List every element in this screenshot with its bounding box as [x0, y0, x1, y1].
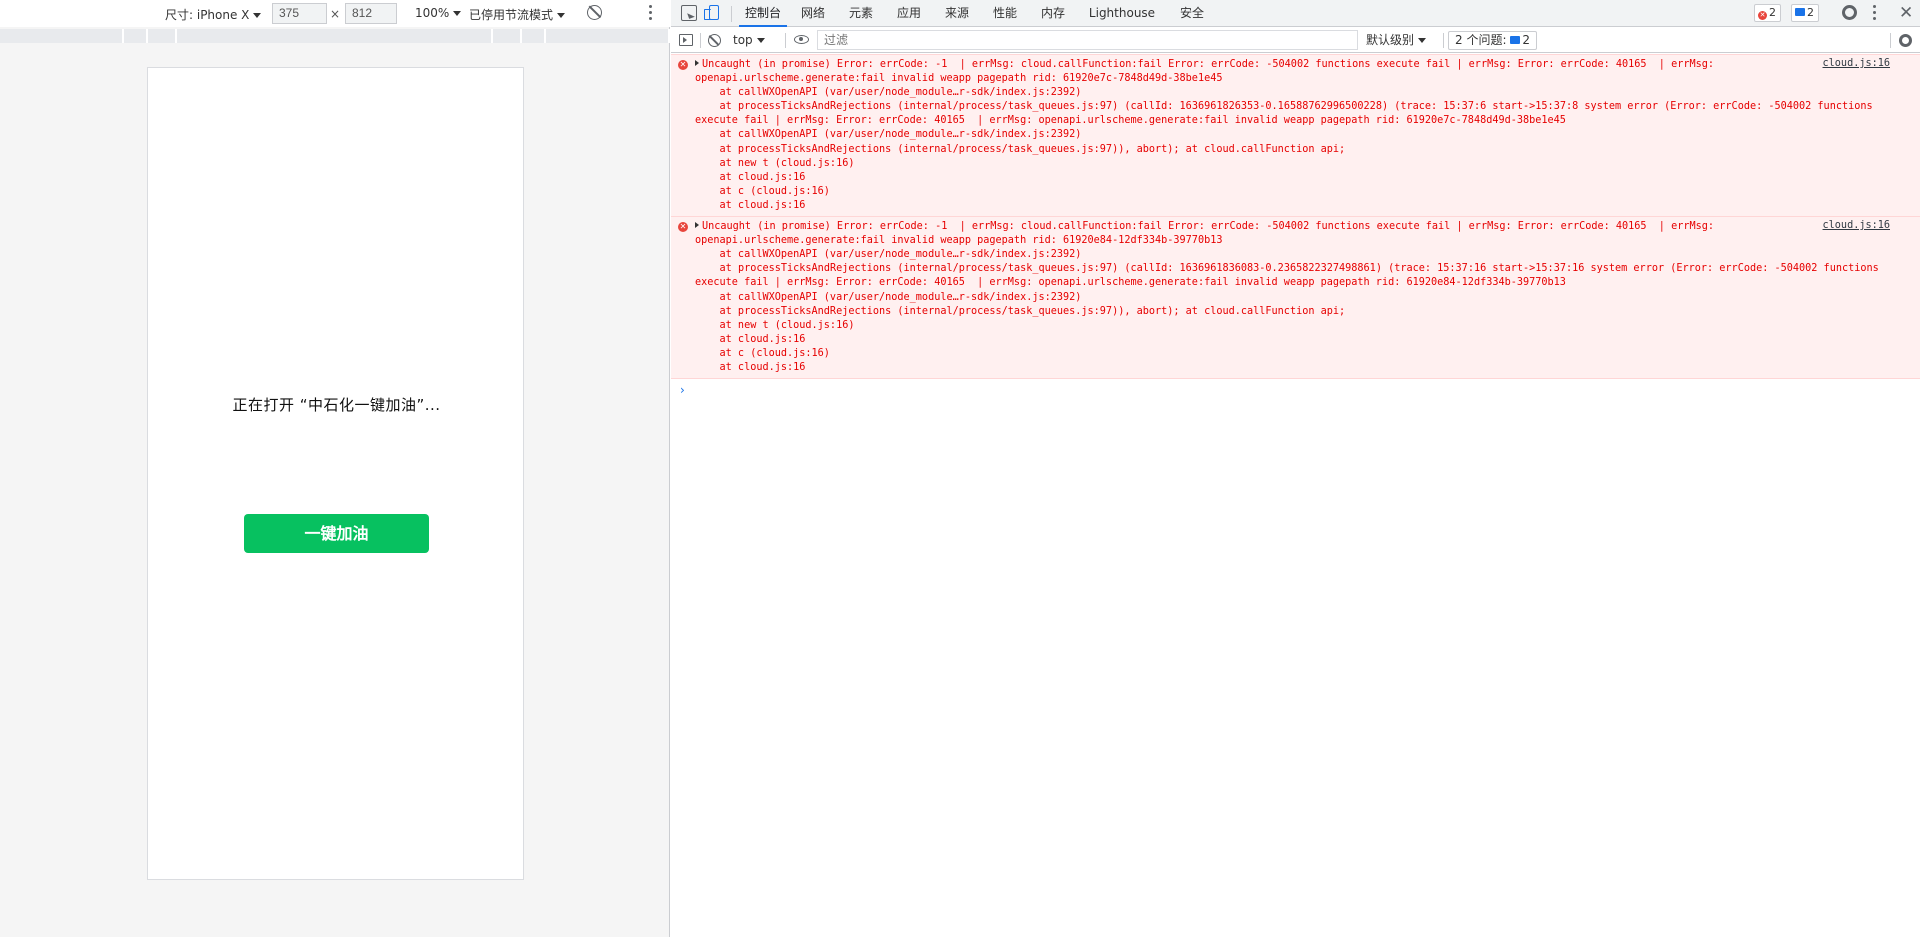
error-count: 2	[1769, 6, 1776, 19]
console-output: ✕ cloud.js:16 Uncaught (in promise) Erro…	[671, 54, 1920, 937]
stack-frame[interactable]: at c (cloud.js:16)	[695, 185, 1892, 199]
devtools-panel: 控制台 网络 元素 应用 来源 性能 内存 Lighthouse 安全 ✕ 2 2…	[671, 0, 1920, 937]
dimension-separator: ×	[330, 7, 341, 21]
error-icon: ✕	[1758, 11, 1767, 20]
error-icon: ✕	[678, 222, 688, 233]
issues-button[interactable]: 2 个问题: 2	[1448, 31, 1537, 50]
live-expression-eye-icon[interactable]	[794, 35, 809, 44]
source-link[interactable]: cloud.js:16	[1823, 58, 1890, 69]
stack-frame[interactable]: at processTicksAndRejections (internal/p…	[695, 305, 1892, 319]
stack-frame[interactable]: at cloud.js:16	[695, 361, 1892, 375]
context-label: top	[733, 33, 753, 47]
stack-frame[interactable]: at cloud.js:16	[695, 333, 1892, 347]
console-error-message[interactable]: ✕ cloud.js:16 Uncaught (in promise) Erro…	[671, 54, 1920, 218]
rotate-icon[interactable]	[587, 5, 602, 20]
error-summary[interactable]: Uncaught (in promise) Error: errCode: -1…	[695, 220, 1892, 248]
console-filter-input[interactable]	[817, 30, 1358, 50]
tab-performance[interactable]: 性能	[981, 0, 1029, 27]
error-icon: ✕	[678, 60, 688, 70]
console-prompt[interactable]: ›	[671, 379, 1920, 399]
stack-frame[interactable]: at callWXOpenAPI (var/user/node_module…r…	[695, 86, 1892, 100]
device-toggle-icon[interactable]	[704, 5, 719, 20]
width-input[interactable]: 375	[272, 3, 327, 24]
tab-lighthouse[interactable]: Lighthouse	[1077, 0, 1167, 27]
tab-console[interactable]: 控制台	[739, 0, 787, 27]
expand-triangle-icon[interactable]	[695, 60, 699, 66]
chevron-down-icon	[756, 38, 765, 43]
console-sidebar-icon[interactable]	[679, 34, 693, 46]
console-toolbar: top 默认级别 2 个问题: 2	[671, 28, 1920, 53]
tab-application[interactable]: 应用	[885, 0, 933, 27]
message-count-badge[interactable]: 2	[1791, 4, 1819, 22]
stack-frame[interactable]: at new t (cloud.js:16)	[695, 319, 1892, 333]
zoom-label: 100%	[415, 6, 450, 20]
prompt-chevron-icon: ›	[680, 383, 685, 398]
source-link[interactable]: cloud.js:16	[1823, 220, 1890, 231]
one-click-refuel-button[interactable]: 一键加油	[244, 514, 429, 553]
stack-frame[interactable]: at processTicksAndRejections (internal/p…	[695, 100, 1892, 128]
more-options-icon[interactable]	[649, 5, 653, 21]
log-level-label: 默认级别	[1366, 33, 1415, 47]
console-error-message[interactable]: ✕ cloud.js:16 Uncaught (in promise) Erro…	[671, 217, 1920, 380]
stack-frame[interactable]: at processTicksAndRejections (internal/p…	[695, 143, 1892, 157]
app-root: 尺寸: iPhone X 375 × 812 100% 已停用节流模式 正在打开…	[0, 0, 1920, 937]
tab-sources[interactable]: 来源	[933, 0, 981, 27]
devtools-tabbar: 控制台 网络 元素 应用 来源 性能 内存 Lighthouse 安全 ✕ 2 2…	[671, 0, 1920, 27]
inspect-element-icon[interactable]	[681, 5, 697, 21]
expand-triangle-icon[interactable]	[695, 222, 699, 229]
device-viewport: 正在打开 “中石化一键加油”... 一键加油	[147, 67, 524, 880]
tab-elements[interactable]: 元素	[837, 0, 885, 27]
stack-frame[interactable]: at c (cloud.js:16)	[695, 347, 1892, 361]
more-options-icon[interactable]	[1873, 5, 1877, 23]
height-input[interactable]: 812	[345, 3, 397, 24]
stack-frame[interactable]: at callWXOpenAPI (var/user/node_module…r…	[695, 291, 1892, 305]
chevron-down-icon	[557, 13, 566, 18]
stack-frame[interactable]: at processTicksAndRejections (internal/p…	[695, 262, 1892, 290]
tab-security[interactable]: 安全	[1167, 0, 1217, 27]
throttle-select[interactable]: 已停用节流模式	[469, 6, 566, 23]
device-emulation-pane: 尺寸: iPhone X 375 × 812 100% 已停用节流模式 正在打开…	[0, 0, 670, 937]
stack-frame[interactable]: at cloud.js:16	[695, 171, 1892, 185]
log-level-select[interactable]: 默认级别	[1362, 32, 1430, 49]
stack-frame[interactable]: at callWXOpenAPI (var/user/node_module…r…	[695, 128, 1892, 142]
zoom-select[interactable]: 100%	[415, 6, 462, 20]
issues-count: 2	[1522, 33, 1530, 47]
chevron-down-icon	[253, 13, 262, 18]
chevron-down-icon	[453, 11, 462, 16]
context-select[interactable]: top	[729, 32, 769, 49]
chevron-down-icon	[1418, 38, 1427, 43]
clear-console-icon[interactable]	[708, 34, 721, 47]
tab-network[interactable]: 网络	[789, 0, 837, 27]
settings-gear-icon[interactable]	[1842, 5, 1857, 20]
error-count-badge[interactable]: ✕ 2	[1754, 4, 1781, 22]
error-summary[interactable]: Uncaught (in promise) Error: errCode: -1…	[695, 58, 1892, 86]
device-toolbar: 尺寸: iPhone X 375 × 812 100% 已停用节流模式	[0, 0, 670, 27]
stack-frame[interactable]: at cloud.js:16	[695, 199, 1892, 213]
console-settings-gear-icon[interactable]	[1899, 34, 1912, 47]
message-icon	[1510, 36, 1521, 44]
message-count: 2	[1807, 6, 1814, 19]
throttle-label: 已停用节流模式	[469, 8, 554, 22]
error-summary-text: Uncaught (in promise) Error: errCode: -1…	[695, 221, 1721, 247]
device-select-label: 尺寸: iPhone X	[165, 8, 250, 22]
close-icon[interactable]: ✕	[1899, 3, 1913, 23]
device-select[interactable]: 尺寸: iPhone X	[165, 6, 262, 23]
stack-frame[interactable]: at callWXOpenAPI (var/user/node_module…r…	[695, 248, 1892, 262]
message-icon	[1795, 8, 1805, 16]
tab-memory[interactable]: 内存	[1029, 0, 1077, 27]
stack-frame[interactable]: at new t (cloud.js:16)	[695, 157, 1892, 171]
issues-label: 2 个问题:	[1455, 33, 1507, 47]
loading-text: 正在打开 “中石化一键加油”...	[232, 396, 441, 414]
media-query-bar[interactable]	[0, 29, 670, 43]
error-summary-text: Uncaught (in promise) Error: errCode: -1…	[695, 59, 1721, 85]
